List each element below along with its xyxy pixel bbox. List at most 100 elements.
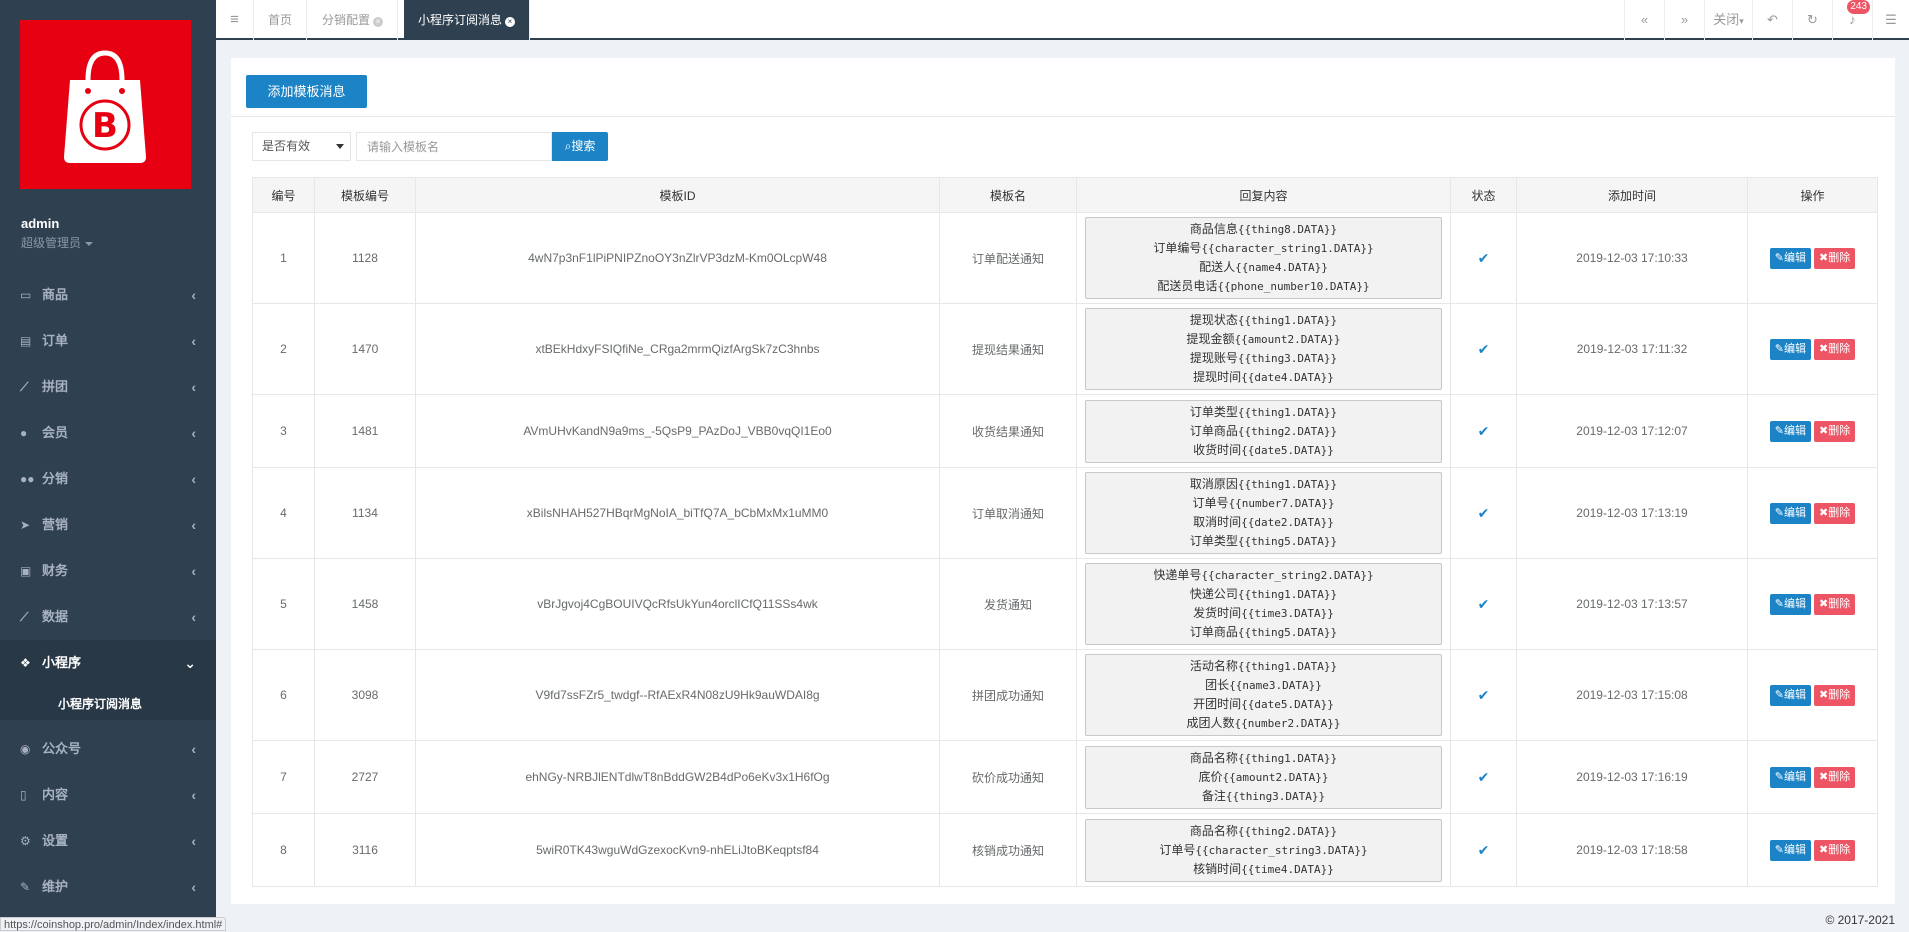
delete-label: 删除 — [1828, 506, 1851, 519]
cell-template-number: 2727 — [314, 740, 416, 814]
sidebar-item-finance[interactable]: ▣ 财务 ‹ — [0, 548, 216, 594]
edit-button[interactable]: ✎编辑 — [1769, 593, 1811, 615]
delete-label: 删除 — [1828, 424, 1851, 437]
edit-button[interactable]: ✎编辑 — [1769, 338, 1811, 360]
cell-status: ✔ — [1450, 212, 1517, 304]
cell-add-time: 2019-12-03 17:16:19 — [1516, 740, 1748, 814]
cell-template-id: xtBEkHdxyFSIQfiNe_CRga2mrmQizfArgSk7zC3h… — [415, 303, 940, 395]
delete-button[interactable]: ✖删除 — [1814, 502, 1856, 524]
reply-field-variable: {{character_string3.DATA}} — [1195, 843, 1368, 857]
edit-label: 编辑 — [1784, 251, 1806, 264]
sidebar-item-maintenance[interactable]: ✎ 维护 ‹ — [0, 864, 216, 910]
scroll-tabs-right-icon[interactable]: » — [1664, 0, 1704, 40]
sidebar-subitem-subscribe-message[interactable]: 小程序订阅消息 — [0, 686, 216, 720]
close-tab-icon[interactable]: × — [505, 17, 516, 27]
reply-field-variable: {{number2.DATA}} — [1234, 717, 1341, 730]
reply-field-variable: {{phone_number10.DATA}} — [1217, 280, 1370, 293]
table-row: 5 1458 vBrJgvoj4CgBOUIVQcRfsUkYun4orclICfQ… — [252, 558, 1878, 650]
cell-reply-content: 商品名称{{thing1.DATA}} 底价{{amount2.DATA}} 备注{… — [1076, 740, 1451, 814]
delete-button[interactable]: ✖删除 — [1814, 593, 1856, 615]
sidebar-item-label: 拼团 — [42, 379, 69, 394]
reply-line: 订单编号{{character_string1.DATA}} — [1086, 239, 1441, 258]
sidebar-item-label: 会员 — [42, 425, 69, 440]
chevron-left-icon: ‹ — [191, 833, 196, 849]
cell-status: ✔ — [1450, 467, 1517, 559]
delete-button[interactable]: ✖删除 — [1814, 839, 1856, 861]
reply-field-variable: {{date2.DATA}} — [1241, 516, 1334, 529]
reply-field-variable: {{thing1.DATA}} — [1237, 478, 1338, 491]
menu-toggle-icon[interactable]: ≡ — [216, 0, 254, 40]
reply-field-label: 核销时间 — [1193, 861, 1242, 876]
add-template-message-button[interactable]: 添加模板消息 — [246, 75, 367, 108]
sidebar-item-distribution[interactable]: ●● 分销 ‹ — [0, 456, 216, 502]
template-name-search-input[interactable] — [356, 132, 552, 161]
reply-field-label: 订单号 — [1159, 842, 1196, 857]
valid-status-select[interactable]: 是否有效 — [252, 132, 351, 161]
sidebar-item-orders[interactable]: ▤ 订单 ‹ — [0, 318, 216, 364]
reply-line: 订单商品{{thing2.DATA}} — [1086, 422, 1441, 441]
chevron-left-icon: ‹ — [191, 425, 196, 441]
close-tabs-dropdown[interactable]: 关闭▾ — [1704, 0, 1752, 40]
delete-button[interactable]: ✖删除 — [1814, 338, 1856, 360]
cell-template-name: 提现结果通知 — [939, 303, 1077, 395]
search-button-label: 搜索 — [571, 139, 596, 153]
delete-button[interactable]: ✖删除 — [1814, 420, 1856, 442]
reply-field-variable: {{date5.DATA}} — [1241, 443, 1334, 457]
caret-down-icon — [336, 144, 344, 149]
search-button[interactable]: ⌕搜索 — [552, 132, 608, 161]
delete-button[interactable]: ✖删除 — [1814, 247, 1856, 269]
sidebar-item-goods[interactable]: ▭ 商品 ‹ — [0, 272, 216, 318]
sidebar-item-settings[interactable]: ⚙ 设置 ‹ — [0, 818, 216, 864]
cell-template-number: 1134 — [314, 467, 416, 559]
sidebar-item-marketing[interactable]: ➤ 营销 ‹ — [0, 502, 216, 548]
edit-button[interactable]: ✎编辑 — [1769, 420, 1811, 442]
sidebar-item-label: 内容 — [42, 787, 69, 802]
close-icon: ✖ — [1819, 424, 1829, 437]
cell-template-name: 拼团成功通知 — [939, 649, 1077, 741]
reply-line: 成团人数{{number2.DATA}} — [1086, 714, 1441, 733]
reply-field-label: 订单类型 — [1189, 534, 1238, 548]
edit-button[interactable]: ✎编辑 — [1769, 839, 1811, 861]
right-menu-icon[interactable]: ☰ — [1872, 0, 1909, 40]
edit-button[interactable]: ✎编辑 — [1769, 684, 1811, 706]
reply-field-variable: {{date5.DATA}} — [1241, 698, 1334, 711]
reply-field-variable: {{amount2.DATA}} — [1222, 770, 1329, 784]
reply-field-label: 取消时间 — [1193, 515, 1242, 529]
cell-actions: ✎编辑 ✖删除 — [1747, 813, 1878, 887]
reply-field-variable: {{thing2.DATA}} — [1237, 424, 1338, 438]
notification-bell-icon[interactable]: ♪ 243 — [1832, 0, 1872, 40]
sidebar-item-members[interactable]: ● 会员 ‹ — [0, 410, 216, 456]
user-icon: ● — [20, 426, 28, 440]
sidebar-item-content[interactable]: ▯ 内容 ‹ — [0, 772, 216, 818]
sidebar-item-groupbuy[interactable]: ⟋ 拼团 ‹ — [0, 364, 216, 410]
refresh-icon[interactable]: ↻ — [1792, 0, 1832, 40]
tab-subscribe-message[interactable]: 小程序订阅消息 × — [404, 0, 531, 40]
cell-id: 4 — [252, 467, 315, 559]
edit-button[interactable]: ✎编辑 — [1769, 502, 1811, 524]
delete-button[interactable]: ✖删除 — [1814, 684, 1856, 706]
cell-template-id: V9fd7ssFZr5_twdgf--RfAExR4N08zU9Hk9auWDA… — [415, 649, 940, 741]
cell-status: ✔ — [1450, 740, 1517, 814]
user-role-dropdown[interactable]: 超级管理员 — [21, 234, 94, 251]
back-icon[interactable]: ↶ — [1752, 0, 1792, 40]
delete-button[interactable]: ✖删除 — [1814, 766, 1856, 788]
sidebar-item-label: 公众号 — [42, 741, 82, 756]
edit-button[interactable]: ✎编辑 — [1769, 766, 1811, 788]
sidebar-subitem-label: 小程序订阅消息 — [58, 697, 143, 711]
tab-distribution-config[interactable]: 分销配置 × — [308, 0, 399, 40]
cell-actions: ✎编辑 ✖删除 — [1747, 467, 1878, 559]
tab-home[interactable]: 首页 — [254, 0, 308, 40]
cell-status: ✔ — [1450, 813, 1517, 887]
sidebar-item-data[interactable]: ⟋ 数据 ‹ — [0, 594, 216, 640]
cell-status: ✔ — [1450, 649, 1517, 741]
reply-field-label: 商品名称 — [1189, 750, 1238, 765]
close-tab-icon[interactable]: × — [373, 17, 384, 27]
edit-button[interactable]: ✎编辑 — [1769, 247, 1811, 269]
reply-line: 备注{{thing3.DATA}} — [1086, 787, 1441, 806]
sidebar-item-miniprogram[interactable]: ❖ 小程序 ⌄ — [0, 640, 216, 686]
sidebar-item-official-account[interactable]: ◉ 公众号 ‹ — [0, 726, 216, 772]
check-icon: ✔ — [1477, 340, 1490, 357]
delete-label: 删除 — [1828, 770, 1851, 783]
scroll-tabs-left-icon[interactable]: « — [1624, 0, 1664, 40]
reply-line: 取消原因{{thing1.DATA}} — [1086, 475, 1441, 494]
